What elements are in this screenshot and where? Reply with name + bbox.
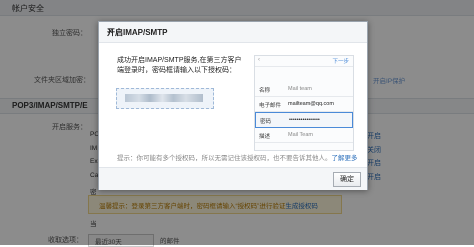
ok-button[interactable]: 确定	[333, 172, 361, 187]
row-key: 电子邮件	[259, 103, 282, 109]
client-login-illustration: ‹ 下一步 名称 Mail team 电子邮件 mailteam@qq.com …	[254, 55, 354, 151]
row-value: Mail team	[288, 86, 312, 92]
dialog-tip: 提示：你可能有多个授权码，所以无需记住该授权码，也不要告诉其他人。了解更多	[117, 152, 358, 162]
dialog-message: 成功开启IMAP/SMTP服务,在第三方客户端登录时，密码框请输入以下授权码：	[117, 57, 242, 74]
row-key: 名称	[259, 88, 271, 94]
illustration-row-desc: 描述 Mail Team	[255, 128, 353, 143]
close-icon[interactable]: ✕	[107, 27, 359, 36]
auth-code-box	[116, 88, 214, 109]
row-key: 密码	[260, 119, 272, 125]
back-icon: ‹	[258, 57, 260, 63]
learn-more-link[interactable]: 了解更多	[332, 155, 358, 162]
illustration-row-password: 密码 ••••••••••••••••	[255, 112, 353, 128]
dialog-footer: 确定	[99, 167, 367, 190]
row-value: mailteam@qq.com	[288, 101, 334, 107]
dialog-tip-text: 提示：你可能有多个授权码，所以无需记住该授权码，也不要告诉其他人。	[117, 155, 332, 162]
illustration-next: 下一步	[332, 59, 349, 65]
row-value: Mail Team	[288, 132, 313, 138]
illustration-row-email: 电子邮件 mailteam@qq.com	[255, 97, 353, 112]
imap-smtp-dialog: 开启IMAP/SMTP ✕ 成功开启IMAP/SMTP服务,在第三方客户端登录时…	[98, 21, 368, 190]
illustration-header: ‹ 下一步	[255, 56, 353, 67]
row-value: ••••••••••••••••	[289, 117, 320, 123]
auth-code-value	[125, 94, 203, 102]
row-key: 描述	[259, 134, 271, 140]
dialog-title-bar: 开启IMAP/SMTP ✕	[99, 22, 367, 43]
illustration-row-name: 名称 Mail team	[255, 82, 353, 97]
